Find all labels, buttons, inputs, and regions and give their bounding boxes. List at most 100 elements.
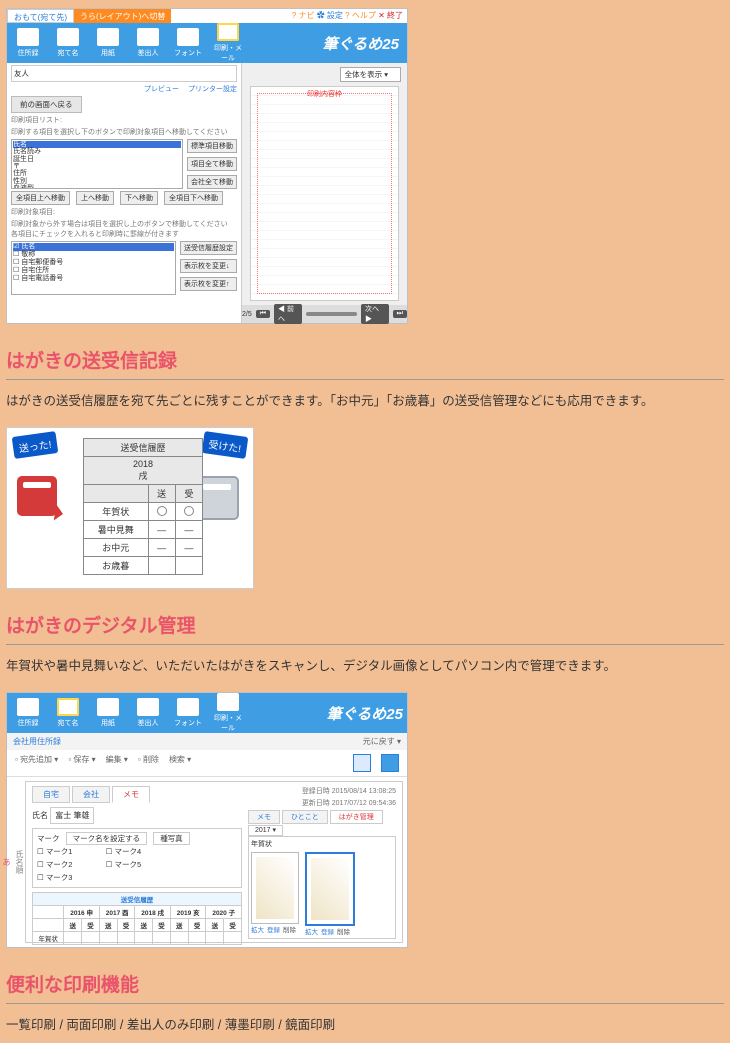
dg-ribbon-sender[interactable]: 差出人 — [131, 698, 165, 728]
ribbon-atena[interactable]: 宛て名 — [51, 28, 85, 58]
hagaki-thumb-2[interactable] — [305, 852, 355, 926]
src-list-desc: 印刷する項目を選択し下のボタンで印刷対象項目へ移動してください — [11, 127, 237, 137]
name-label: 氏名 — [32, 811, 48, 820]
subtab-memo[interactable]: メモ — [248, 810, 280, 824]
back-button[interactable]: 前の画面へ戻る — [11, 96, 82, 113]
digital-manage-window: 住所録 宛て名 用紙 差出人 フォント 印刷・メール 筆ぐるめ25 会社用住所録… — [6, 692, 408, 948]
last-page-button[interactable]: ⏭ — [393, 310, 407, 318]
mark1-checkbox[interactable]: ☐ マーク1 — [37, 846, 100, 857]
move-bottom-button[interactable]: 全項目下へ移動 — [164, 191, 223, 205]
mark4-checkbox[interactable]: ☐ マーク4 — [106, 846, 169, 857]
tab-home[interactable]: 自宅 — [32, 786, 70, 803]
src-list-title: 印刷項目リスト: — [11, 115, 237, 125]
zoom1-button[interactable]: 拡大 — [251, 924, 264, 934]
view-card-icon[interactable] — [353, 754, 371, 772]
mark5-checkbox[interactable]: ☐ マーク5 — [106, 859, 169, 870]
zoom2-button[interactable]: 拡大 — [305, 926, 318, 936]
txrx-settings-button[interactable]: 送受信履歴設定 — [180, 241, 237, 255]
ribbon-sender[interactable]: 差出人 — [131, 28, 165, 58]
dg-ribbon-addressbook[interactable]: 住所録 — [11, 698, 45, 728]
move-top-button[interactable]: 全項目上へ移動 — [11, 191, 70, 205]
ribbon-paper[interactable]: 用紙 — [91, 28, 125, 58]
subtab-hitokoto[interactable]: ひとこと — [282, 810, 328, 824]
tgt-list-desc: 印刷対象から外す場合は項目を選択し上のボタンで移動してください 各項目にチェック… — [11, 219, 237, 239]
sent-badge: 送った! — [12, 431, 59, 459]
delete-button[interactable]: ▫ 削除 — [138, 754, 159, 772]
add-dest-button[interactable]: ▫ 宛先追加 ▾ — [15, 754, 58, 772]
fgurume-print-window: おもて(宛て先) うら(レイアウト)へ切替 ? ナビ ✿ 設定 ? ヘルプ ✕ … — [6, 8, 408, 324]
photo-button[interactable]: 種写真 — [153, 832, 190, 845]
reg1-button[interactable]: 登録 — [267, 924, 280, 934]
tab-back[interactable]: うら(レイアウト)へ切替 — [74, 9, 171, 23]
mark3-checkbox[interactable]: ☐ マーク3 — [37, 872, 100, 883]
ribbon: 住所録 宛て名 用紙 差出人 フォント 印刷・メール 筆ぐるめ25 — [7, 23, 407, 63]
navi-link[interactable]: ? ナビ — [292, 11, 315, 20]
settings-link[interactable]: ✿ 設定 — [317, 11, 343, 20]
year-combo[interactable]: 2017 ▾ — [248, 825, 283, 836]
tab-front[interactable]: おもて(宛て先) — [7, 9, 74, 23]
move-company-button[interactable]: 会社全て移動 — [187, 175, 237, 189]
page-pos: 2/5 — [242, 311, 252, 318]
move-down-button[interactable]: 下へ移動 — [120, 191, 158, 205]
pager-slider[interactable] — [306, 312, 357, 316]
dg-ribbon-atena[interactable]: 宛て名 — [51, 698, 85, 728]
window-tools: ? ナビ ✿ 設定 ? ヘルプ ✕ 終了 — [292, 10, 403, 21]
save-button[interactable]: ▫ 保存 ▾ — [68, 754, 95, 772]
section1-desc: はがきの送受信履歴を宛て先ごとに残すことができます。「お中元」「お歳暮」の送受信… — [6, 390, 724, 409]
view-list-icon[interactable] — [381, 754, 399, 772]
tab-memo[interactable]: メモ — [112, 786, 150, 803]
name-value: 富士 筆雄 — [50, 807, 94, 824]
rows-less-button[interactable]: 表示枚を変更↓ — [180, 259, 237, 273]
ribbon-font[interactable]: フォント — [171, 28, 205, 58]
first-page-button[interactable]: ⏮ — [256, 310, 270, 318]
ribbon-print[interactable]: 印刷・メール — [211, 23, 245, 63]
dg-brand: 筆ぐるめ25 — [327, 703, 403, 724]
rows-more-button[interactable]: 表示枚を変更↑ — [180, 277, 237, 291]
mark-hint-button[interactable]: マーク名を設定する — [66, 832, 148, 845]
txrx-table: 送受信履歴 2018 戌 送受 年賀状 暑中見舞―― お中元―― お歳暮 — [83, 438, 203, 575]
section3-desc: 一覧印刷 / 両面印刷 / 差出人のみ印刷 / 薄墨印刷 / 鏡面印刷 — [6, 1014, 724, 1033]
prev-page-button[interactable]: ◀ 前へ — [274, 304, 302, 324]
brand: 筆ぐるめ25 — [323, 33, 399, 54]
pointer-left-icon — [54, 505, 73, 524]
move-all-button[interactable]: 項目全て移動 — [187, 157, 237, 171]
next-page-button[interactable]: 次へ ▶ — [361, 304, 389, 324]
reg2-button[interactable]: 登録 — [321, 926, 334, 936]
txrx-figure: 送った! 受けた! 送受信履歴 2018 戌 送受 年賀状 暑中見舞―― お中元… — [6, 427, 254, 589]
tgt-list-title: 印刷対象項目: — [11, 207, 237, 217]
undo-link[interactable]: 元に戻す ▾ — [363, 736, 401, 747]
dg-ribbon-paper[interactable]: 用紙 — [91, 698, 125, 728]
edit-button[interactable]: 編集 ▾ — [106, 754, 128, 772]
hagaki-thumb-1[interactable] — [251, 852, 299, 924]
section2-heading: はがきのデジタル管理 — [6, 611, 724, 638]
tgt-listbox[interactable]: ☑ 氏名 ☐ 敬称 ☐ 自宅郵便番号 ☐ 自宅住所 ☐ 自宅電話番号 — [11, 241, 176, 295]
ribbon-addressbook[interactable]: 住所録 — [11, 28, 45, 58]
dg-ribbon-font[interactable]: フォント — [171, 698, 205, 728]
breadcrumb[interactable]: 会社用住所録 — [13, 736, 61, 747]
close-link[interactable]: ✕ 終了 — [378, 11, 403, 20]
search-button[interactable]: 検索 ▾ — [169, 754, 191, 772]
del2-button[interactable]: 削除 — [337, 926, 350, 936]
help-link[interactable]: ? ヘルプ — [345, 11, 376, 20]
printer-settings-link[interactable]: プリンター設定 — [188, 86, 237, 93]
section3-heading: 便利な印刷機能 — [6, 970, 724, 997]
section1-heading: はがきの送受信記録 — [6, 346, 724, 373]
pager: 2/5 ⏮ ◀ 前へ 次へ ▶ ⏭ — [242, 305, 407, 323]
marks-panel: マーク マーク名を設定する 種写真 ☐ マーク1 ☐ マーク4 ☐ マーク2 ☐… — [32, 828, 242, 888]
tab-company[interactable]: 会社 — [72, 786, 110, 803]
mark2-checkbox[interactable]: ☐ マーク2 — [37, 859, 100, 870]
move-std-button[interactable]: 標準項目移動 — [187, 139, 237, 153]
received-badge: 受けた! — [202, 431, 249, 459]
kana-index[interactable]: 氏名順 あかさ たな はま やら わ — [7, 777, 25, 947]
history-table: 送受信履歴 2016 申2017 酉 2018 戌2019 亥 2020 子 送… — [32, 892, 242, 945]
dg-ribbon-print[interactable]: 印刷・メール — [211, 693, 245, 733]
preview-link[interactable]: プレビュー — [144, 86, 179, 93]
preview-title: 印刷内容枠 — [251, 89, 398, 99]
section2-desc: 年賀状や暑中見舞いなど、いただいたはがきをスキャンし、デジタル画像としてパソコン… — [6, 655, 724, 674]
del1-button[interactable]: 削除 — [283, 924, 296, 934]
zoom-combo[interactable]: 全体を表示 ▾ — [340, 67, 401, 82]
print-preview: 印刷内容枠 — [250, 86, 399, 301]
subtab-hagaki[interactable]: はがき管理 — [330, 810, 383, 824]
move-up-button[interactable]: 上へ移動 — [76, 191, 114, 205]
src-listbox[interactable]: 氏名 氏名読み誕生日 〒住所 性別血液型 連名１続柄 — [11, 139, 183, 189]
